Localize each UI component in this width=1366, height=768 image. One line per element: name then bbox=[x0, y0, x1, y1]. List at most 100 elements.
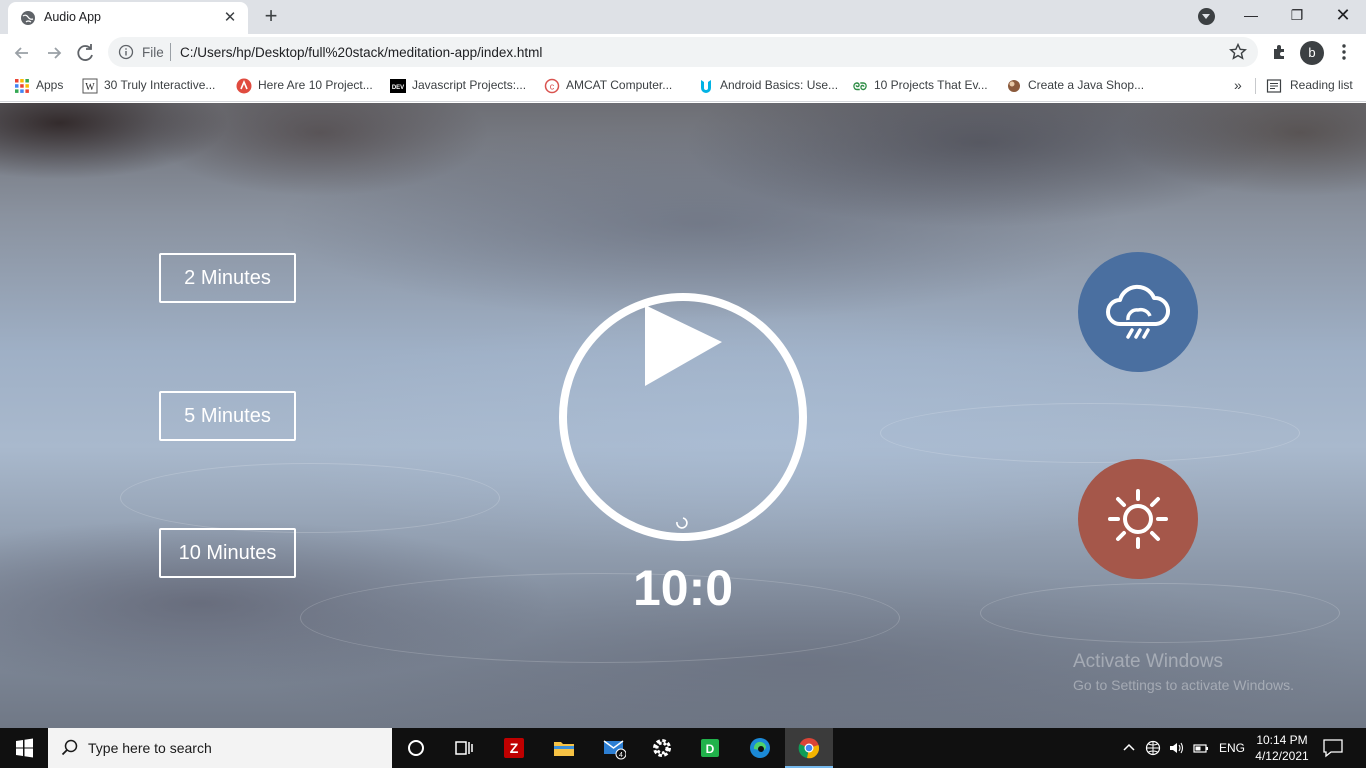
bookmark-label: Create a Java Shop... bbox=[1028, 78, 1145, 92]
info-icon[interactable] bbox=[118, 44, 134, 60]
task-view-button[interactable] bbox=[440, 728, 488, 768]
bookmark-item[interactable]: Create a Java Shop... bbox=[1006, 77, 1146, 95]
duration-2-minutes-button[interactable]: 2 Minutes bbox=[159, 253, 296, 303]
tab-search-icon[interactable] bbox=[1198, 8, 1215, 25]
bookmark-label: 10 Projects That Ev... bbox=[874, 78, 988, 92]
water-ripple bbox=[120, 463, 500, 533]
window-restore-button[interactable]: ❐ bbox=[1274, 0, 1320, 32]
cortana-circle-icon bbox=[408, 740, 424, 756]
reading-list-label: Reading list bbox=[1290, 78, 1353, 92]
chevron-up-icon[interactable] bbox=[1120, 740, 1138, 756]
bookmark-label: 30 Truly Interactive... bbox=[104, 78, 216, 92]
url-text[interactable]: C:/Users/hp/Desktop/full%20stack/meditat… bbox=[180, 45, 542, 60]
activate-windows-watermark: Activate Windows Go to Settings to activ… bbox=[1073, 651, 1294, 693]
bookmark-label: Here Are 10 Project... bbox=[258, 78, 373, 92]
network-globe-icon[interactable] bbox=[1144, 740, 1162, 756]
notification-center-icon[interactable] bbox=[1322, 738, 1344, 758]
play-progress-ring bbox=[559, 293, 807, 541]
rain-sound-button[interactable] bbox=[1078, 252, 1198, 372]
settings-taskbar-app[interactable] bbox=[638, 728, 686, 768]
globe-icon bbox=[21, 11, 35, 25]
kebab-menu-icon[interactable] bbox=[1334, 42, 1354, 62]
bookmarks-divider bbox=[1255, 78, 1256, 94]
water-ripple bbox=[980, 583, 1340, 643]
bookmark-label: AMCAT Computer... bbox=[566, 78, 673, 92]
replay-icon[interactable] bbox=[676, 517, 688, 529]
bookmark-label: Apps bbox=[36, 78, 64, 92]
dbeaver-taskbar-app[interactable]: D bbox=[686, 728, 734, 768]
mail-badge-count: 4 bbox=[619, 752, 623, 759]
amcat-logo-icon: c bbox=[544, 78, 560, 94]
svg-text:W: W bbox=[85, 82, 95, 93]
taskbar-clock[interactable]: 10:14 PM 4/12/2021 bbox=[1250, 732, 1314, 764]
apps-grid-icon bbox=[15, 79, 29, 93]
url-scheme-label: File bbox=[142, 45, 164, 60]
edge-taskbar-app[interactable] bbox=[736, 728, 784, 768]
address-bar[interactable]: File C:/Users/hp/Desktop/full%20stack/me… bbox=[108, 37, 1258, 67]
udacity-logo-icon bbox=[701, 80, 711, 93]
tab-title: Audio App bbox=[44, 10, 101, 24]
battery-icon[interactable] bbox=[1192, 740, 1210, 756]
reload-icon[interactable] bbox=[72, 39, 100, 67]
new-tab-button[interactable]: + bbox=[258, 3, 284, 29]
filezilla-icon: Z bbox=[504, 738, 524, 758]
watermark-title: Activate Windows bbox=[1073, 651, 1223, 672]
bookmark-label: Javascript Projects:... bbox=[412, 78, 527, 92]
svg-text:D: D bbox=[706, 742, 715, 756]
edge-browser-icon bbox=[750, 738, 770, 758]
watermark-subtitle: Go to Settings to activate Windows. bbox=[1073, 677, 1294, 693]
taskbar-search-box[interactable]: Type here to search bbox=[48, 728, 392, 768]
bookmark-item[interactable]: Android Basics: Use... bbox=[698, 77, 838, 95]
reading-list-icon bbox=[1266, 79, 1282, 93]
svg-text:ᘓᘐ: ᘓᘐ bbox=[853, 81, 867, 93]
windows-start-icon[interactable] bbox=[0, 728, 48, 768]
tab-audio-app[interactable]: Audio App ✕ bbox=[8, 2, 248, 34]
svg-text:c: c bbox=[550, 82, 555, 92]
bookmark-item[interactable]: Here Are 10 Project... bbox=[236, 77, 376, 95]
bookmark-star-icon[interactable] bbox=[1228, 42, 1248, 62]
countdown-timer: 10:0 bbox=[632, 560, 734, 616]
forward-arrow-icon[interactable] bbox=[40, 39, 68, 67]
search-placeholder: Type here to search bbox=[88, 740, 212, 756]
svg-text:Z: Z bbox=[510, 740, 519, 756]
tab-close-icon[interactable]: ✕ bbox=[220, 8, 240, 28]
filezilla-taskbar-app[interactable]: Z bbox=[490, 728, 538, 768]
svg-text:DEV: DEV bbox=[392, 85, 404, 91]
task-view-icon bbox=[455, 741, 473, 755]
bookmark-label: Android Basics: Use... bbox=[720, 78, 839, 92]
clock-time: 10:14 PM bbox=[1256, 733, 1308, 747]
bookmark-item[interactable]: ᘓᘐ 10 Projects That Ev... bbox=[852, 77, 992, 95]
green-d-app-icon: D bbox=[701, 739, 719, 757]
bookmark-apps[interactable]: Apps bbox=[14, 77, 70, 95]
search-icon bbox=[61, 739, 78, 756]
bookmark-item[interactable]: c AMCAT Computer... bbox=[544, 77, 684, 95]
cloud-rain-icon bbox=[1106, 284, 1170, 339]
meditation-app-page: 2 Minutes 5 Minutes 10 Minutes 10:0 Acti… bbox=[0, 103, 1366, 728]
window-close-button[interactable]: ✕ bbox=[1320, 0, 1366, 32]
sun-sound-button[interactable] bbox=[1078, 459, 1198, 579]
duration-5-minutes-button[interactable]: 5 Minutes bbox=[159, 391, 296, 441]
bookmark-item[interactable]: W 30 Truly Interactive... bbox=[82, 77, 222, 95]
chrome-taskbar-app[interactable] bbox=[785, 728, 833, 768]
bookmark-item[interactable]: DEV Javascript Projects:... bbox=[390, 77, 530, 95]
duration-10-minutes-button[interactable]: 10 Minutes bbox=[159, 528, 296, 578]
profile-avatar[interactable]: b bbox=[1300, 41, 1324, 65]
volume-icon[interactable] bbox=[1168, 740, 1186, 756]
play-icon[interactable] bbox=[645, 305, 722, 386]
coffee-logo-icon bbox=[1008, 80, 1020, 92]
red-logo-icon bbox=[236, 78, 252, 94]
back-arrow-icon[interactable] bbox=[8, 39, 36, 67]
more-bookmarks-chevron-icon[interactable]: » bbox=[1234, 77, 1242, 93]
input-language-indicator[interactable]: ENG bbox=[1219, 741, 1245, 755]
gear-icon bbox=[653, 739, 671, 757]
window-minimize-button[interactable]: — bbox=[1228, 0, 1274, 32]
dev-logo-icon: DEV bbox=[390, 79, 406, 93]
extensions-puzzle-icon[interactable] bbox=[1270, 42, 1290, 62]
mail-taskbar-app[interactable]: 4 bbox=[590, 728, 638, 768]
browser-toolbar: File C:/Users/hp/Desktop/full%20stack/me… bbox=[0, 34, 1366, 70]
file-explorer-taskbar-app[interactable] bbox=[540, 728, 588, 768]
clock-date: 4/12/2021 bbox=[1255, 749, 1309, 763]
windows-taskbar: Type here to search Z 4 D ENG 10:14 PM 4… bbox=[0, 728, 1366, 768]
chrome-browser-icon bbox=[798, 738, 820, 759]
cortana-button[interactable] bbox=[392, 728, 440, 768]
